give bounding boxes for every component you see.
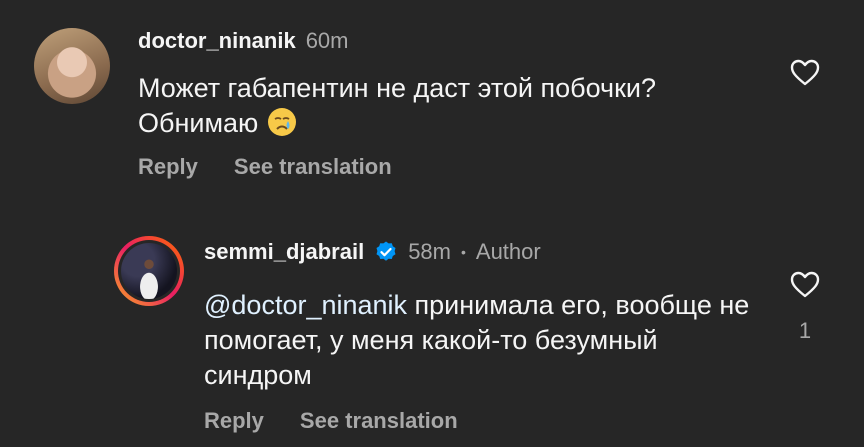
verified-badge-icon bbox=[376, 241, 396, 261]
avatar-border bbox=[118, 240, 180, 302]
author-label: Author bbox=[475, 239, 541, 264]
comment-actions: Reply See translation bbox=[138, 154, 392, 180]
see-translation-button[interactable]: See translation bbox=[234, 154, 392, 180]
like-count: 1 bbox=[798, 318, 812, 343]
heart-icon[interactable] bbox=[789, 269, 821, 301]
username[interactable]: doctor_ninanik bbox=[138, 28, 296, 54]
username[interactable]: semmi_djabrail bbox=[204, 239, 364, 265]
crying-face-icon bbox=[267, 108, 296, 136]
heart-icon[interactable] bbox=[789, 57, 821, 89]
comment-text: @doctor_ninanik принимала его, вообще не… bbox=[204, 288, 764, 393]
reply-button[interactable]: Reply bbox=[138, 154, 198, 180]
avatar-photo bbox=[121, 243, 177, 299]
comment-text: Может габапентин не даст этой побочки? О… bbox=[138, 71, 758, 141]
comment-header: doctor_ninanik 60m bbox=[138, 28, 348, 54]
comment: doctor_ninanik 60m Может габапентин не д… bbox=[0, 0, 864, 200]
separator-dot: • bbox=[460, 244, 466, 260]
avatar[interactable] bbox=[114, 236, 184, 306]
avatar[interactable] bbox=[34, 28, 110, 104]
see-translation-button[interactable]: See translation bbox=[300, 408, 458, 434]
mention-link[interactable]: @doctor_ninanik bbox=[204, 290, 407, 320]
comment-header: semmi_djabrail 58m • Author bbox=[204, 239, 541, 265]
timestamp: 58m bbox=[408, 239, 451, 264]
comment-body: Может габапентин не даст этой побочки? О… bbox=[138, 73, 657, 138]
comment-actions: Reply See translation bbox=[204, 408, 458, 434]
timestamp: 60m bbox=[305, 28, 349, 53]
reply-comment: semmi_djabrail 58m • Author @doctor_nina… bbox=[0, 222, 864, 447]
reply-button[interactable]: Reply bbox=[204, 408, 264, 434]
